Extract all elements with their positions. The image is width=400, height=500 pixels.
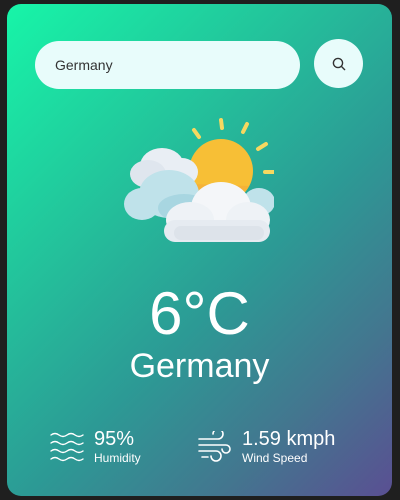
temperature-value: 6°C [149,280,250,347]
search-button[interactable] [314,39,363,88]
humidity-value: 95% [94,428,135,450]
humidity-label: Humidity [94,451,141,465]
wind-detail: 1.59 kmph Wind Speed [198,424,335,470]
partly-cloudy-icon [124,118,274,242]
wind-speed-value: 1.59 kmph [242,428,336,450]
humidity-waves-icon [50,432,84,462]
humidity-detail: 95% Humidity [50,424,141,470]
weather-card: 6°C Germany 95% Humidity [7,4,392,496]
wind-icon [198,431,231,462]
wind-speed-label: Wind Speed [242,451,308,465]
search-icon [332,57,345,70]
search-input[interactable] [35,41,300,89]
window-frame: 6°C Germany 95% Humidity [0,0,400,500]
city-name: Germany [129,347,270,385]
search-bar [35,37,365,89]
